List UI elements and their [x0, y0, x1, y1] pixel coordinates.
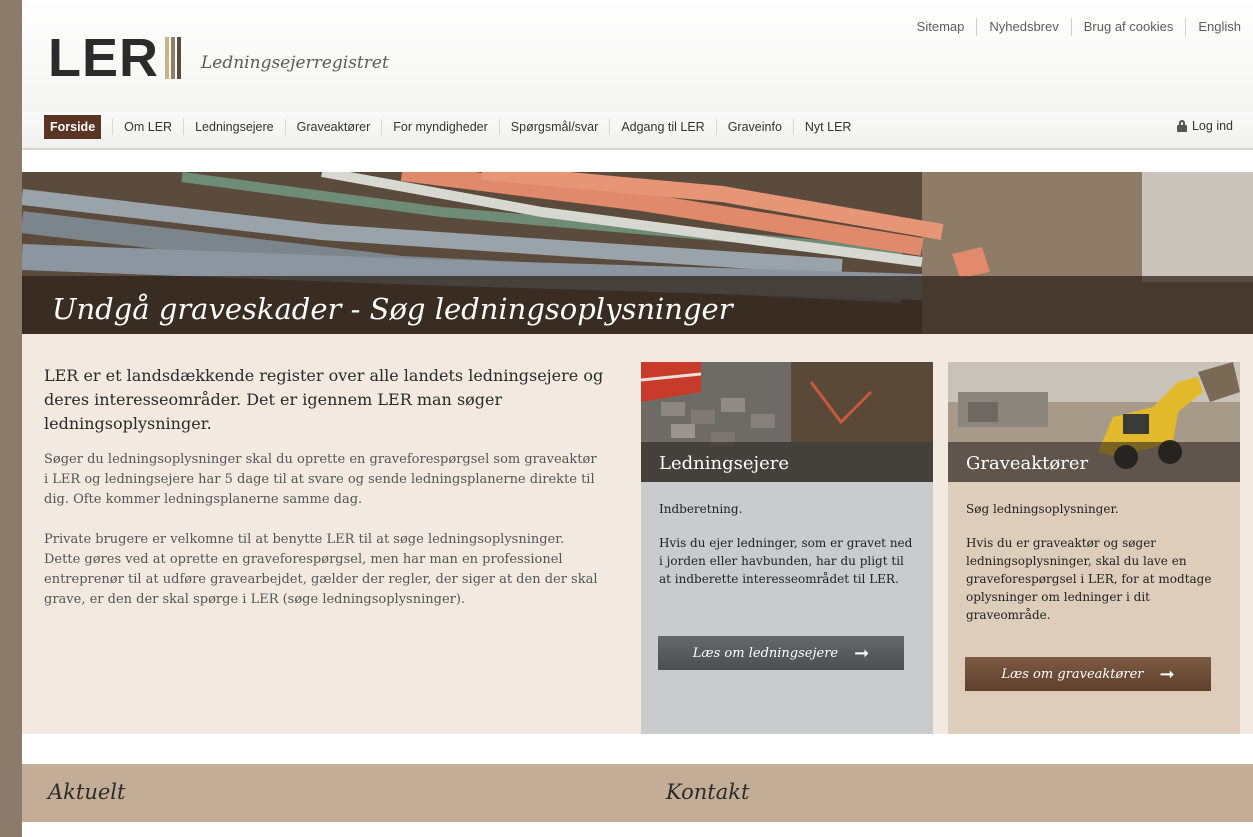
- nav-item-ledningsejere[interactable]: Ledningsejere: [183, 119, 285, 135]
- logo-bar-1: [165, 37, 169, 79]
- logo-bar-3: [177, 37, 181, 79]
- read-graveaktorer-button[interactable]: Læs om graveaktører ➞: [965, 657, 1211, 691]
- nav-item-for-myndigheder[interactable]: For myndigheder: [381, 119, 499, 135]
- header: LER Ledningsejerregistret Sitemap Nyheds…: [22, 0, 1253, 112]
- newsletter-link[interactable]: Nyhedsbrev: [976, 18, 1070, 36]
- hero-banner: Undgå graveskader - Søg ledningsoplysnin…: [22, 172, 1253, 334]
- card-body: Søg ledningsoplysninger. Hvis du er grav…: [966, 502, 1224, 624]
- intro-paragraph-1: Søger du ledningsoplysninger skal du opr…: [44, 452, 597, 507]
- section-header-bar: Aktuelt Kontakt: [22, 764, 1253, 822]
- intro-lead: LER er et landsdækkende register over al…: [44, 366, 604, 433]
- top-links: Sitemap Nyhedsbrev Brug af cookies Engli…: [905, 18, 1253, 36]
- main-content: LER er et landsdækkende register over al…: [22, 334, 1253, 734]
- read-ledningsejere-button[interactable]: Læs om ledningsejere ➞: [658, 636, 904, 670]
- login-label: Log ind: [1191, 119, 1233, 133]
- aktuelt-heading: Aktuelt: [48, 780, 126, 804]
- left-edge-bar: [0, 0, 22, 837]
- card-graveaktorer: Graveaktører Søg ledningsoplysninger. Hv…: [948, 362, 1240, 734]
- nav-item-adgang-til-ler[interactable]: Adgang til LER: [609, 119, 715, 135]
- intro-text: LER er et landsdækkende register over al…: [44, 364, 604, 630]
- arrow-right-icon: ➞: [1159, 663, 1175, 685]
- nav-item-nyt-ler[interactable]: Nyt LER: [792, 119, 863, 135]
- main-nav: Forside Om LER Ledningsejere Graveaktøre…: [22, 112, 1253, 150]
- logo[interactable]: LER Ledningsejerregistret: [48, 28, 389, 88]
- logo-tagline: Ledningsejerregistret: [201, 53, 389, 73]
- button-label: Læs om ledningsejere: [692, 645, 839, 661]
- hero-title: Undgå graveskader - Søg ledningsoplysnin…: [52, 292, 733, 326]
- card-subtitle: Indberetning.: [659, 502, 743, 516]
- sitemap-link[interactable]: Sitemap: [905, 18, 977, 36]
- intro-paragraph-2: Private brugere er velkomne til at benyt…: [44, 532, 598, 607]
- nav-item-label: Forside: [44, 115, 102, 139]
- card-image: Graveaktører: [948, 362, 1240, 482]
- kontakt-heading: Kontakt: [666, 780, 750, 804]
- card-subtitle: Søg ledningsoplysninger.: [966, 502, 1119, 516]
- nav-item-om-ler[interactable]: Om LER: [112, 119, 183, 135]
- page: LER Ledningsejerregistret Sitemap Nyheds…: [22, 0, 1253, 837]
- nav-item-graveaktorer[interactable]: Graveaktører: [284, 119, 382, 135]
- cookies-link[interactable]: Brug af cookies: [1070, 18, 1186, 36]
- card-title: Ledningsejere: [659, 453, 789, 474]
- card-text: Hvis du ejer ledninger, som er gravet ne…: [659, 536, 913, 586]
- logo-bar-2: [171, 37, 175, 79]
- nav-item-forside[interactable]: Forside: [44, 115, 112, 139]
- logo-text: LER: [48, 28, 159, 88]
- button-label: Læs om graveaktører: [1001, 666, 1144, 682]
- english-link[interactable]: English: [1185, 18, 1253, 36]
- lock-icon: [1176, 120, 1187, 132]
- nav-item-graveinfo[interactable]: Graveinfo: [715, 119, 793, 135]
- logo-bars: [165, 37, 183, 79]
- card-body: Indberetning. Hvis du ejer ledninger, so…: [659, 502, 917, 588]
- card-image: Ledningsejere: [641, 362, 933, 482]
- login-button[interactable]: Log ind: [1176, 119, 1233, 133]
- card-text: Hvis du er graveaktør og søger ledningso…: [966, 536, 1212, 622]
- card-title: Graveaktører: [966, 453, 1089, 474]
- card-ledningsejere: Ledningsejere Indberetning. Hvis du ejer…: [641, 362, 933, 734]
- arrow-right-icon: ➞: [854, 642, 870, 664]
- nav-item-sporgsmal-svar[interactable]: Spørgsmål/svar: [498, 119, 610, 135]
